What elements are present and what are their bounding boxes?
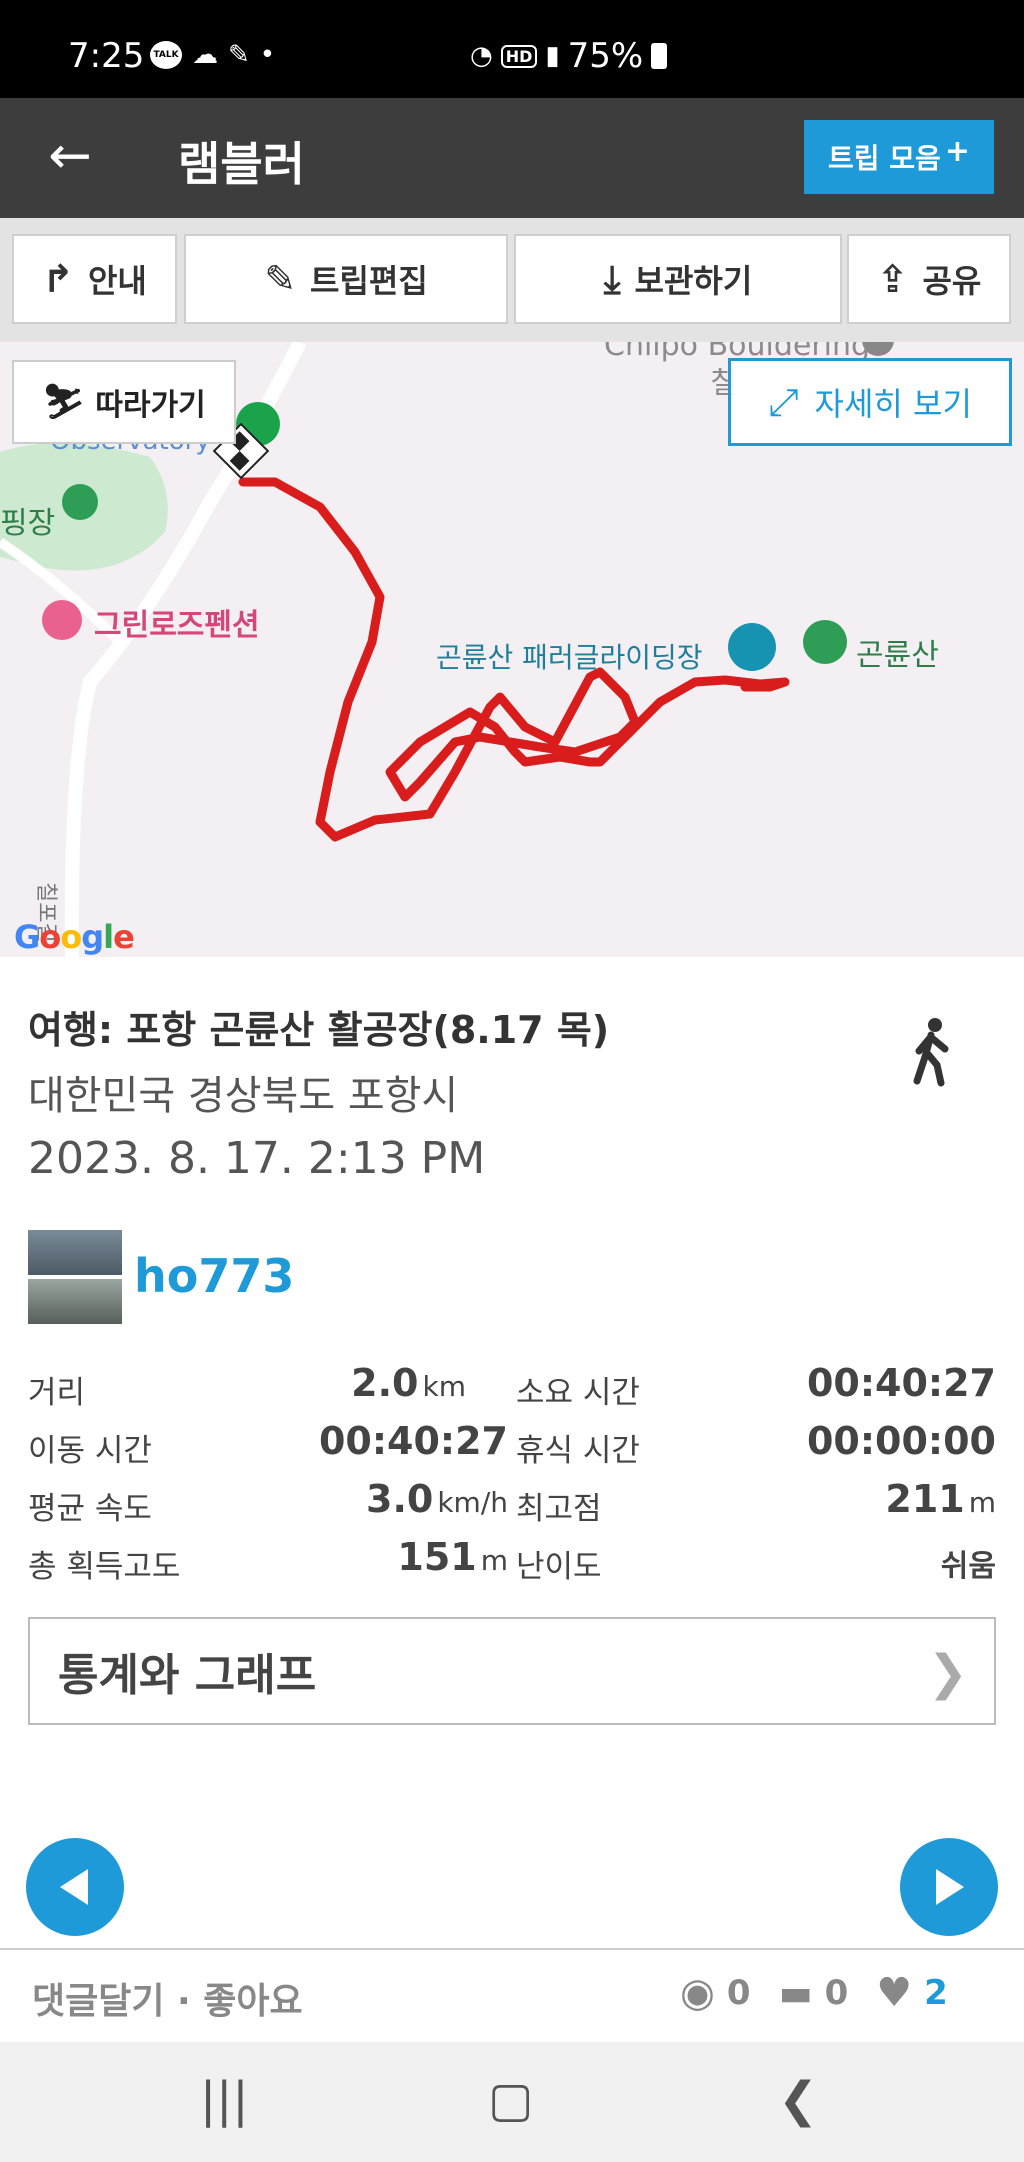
max-alt-value: 211 m: [885, 1477, 996, 1521]
stat-row: 평균 속도 3.0 km/h 최고점 211 m: [28, 1475, 996, 1533]
play-left-icon: [60, 1869, 88, 1905]
view-count: 0: [726, 1973, 751, 2013]
username-link[interactable]: ho773: [134, 1249, 294, 1303]
speed-value: 3.0 km/h: [366, 1477, 508, 1521]
difficulty-value: 쉬움: [940, 1549, 996, 1584]
status-time: 7:25: [68, 36, 145, 76]
save-label: 보관하기: [634, 262, 753, 300]
label-paragliding: 곤륜산 패러글라이딩장: [436, 641, 703, 674]
hiking-pin-icon: [803, 620, 847, 664]
distance-value: 2.0 km: [351, 1361, 466, 1405]
camera-pin-icon: [728, 623, 776, 671]
signal-icon: ▮: [545, 41, 560, 71]
home-icon[interactable]: ▢: [488, 2072, 533, 2128]
footer-bar: 댓글달기 · 좋아요 ◉ 0 ▬ 0 ♥ 2: [0, 1948, 1024, 2042]
stat-row: 총 획득고도 151 m 난이도 쉬움: [28, 1533, 996, 1591]
feather-icon: ✎: [228, 40, 250, 70]
back-icon[interactable]: ❮: [778, 2072, 818, 2128]
comment-icon: ▬: [778, 1972, 813, 2014]
detail-view-button[interactable]: ⤢ 자세히 보기: [728, 358, 1012, 446]
stats-graph-button[interactable]: 통계와 그래프 ❯: [28, 1617, 996, 1725]
hotel-pin-icon: [42, 600, 82, 640]
walking-icon: [913, 1018, 949, 1087]
label-camp: 핑장: [0, 506, 56, 541]
gain-value: 151 m: [397, 1535, 508, 1579]
kakaotalk-icon: TALK: [150, 41, 182, 69]
page-title: 램블러: [178, 137, 305, 191]
stat-row: 거리 2.0 km 소요 시간 00:40:27: [28, 1359, 996, 1417]
gain-label: 총 획득고도: [28, 1549, 181, 1585]
max-alt-label: 최고점: [516, 1491, 602, 1527]
chat-bubble-icon: ☁: [192, 40, 218, 70]
label-pension: 그린로즈펜션: [94, 608, 260, 643]
camp-pin-icon: [62, 484, 98, 520]
walker-ramp-icon: ⛷: [42, 382, 86, 422]
moving-value: 00:40:27: [318, 1419, 508, 1463]
guide-label: 안내: [87, 262, 147, 300]
comment-like-link[interactable]: 댓글달기 · 좋아요: [32, 1972, 303, 2024]
hd-icon: HD: [500, 44, 538, 68]
next-trip-button[interactable]: [900, 1838, 998, 1936]
footer-counts: ◉ 0 ▬ 0 ♥ 2: [680, 1970, 948, 2016]
avatar[interactable]: [28, 1230, 122, 1324]
rest-label: 휴식 시간: [516, 1433, 640, 1469]
detail-label: 자세히 보기: [814, 385, 972, 423]
dot-icon: •: [259, 40, 276, 70]
toolbar: ↱ 안내 ✎ 트립편집 ⤓ 보관하기 ⇪ 공유: [0, 218, 1024, 342]
edit-trip-button[interactable]: ✎ 트립편집: [184, 234, 508, 324]
eye-icon: ◉: [680, 1970, 715, 2016]
battery-icon: [651, 43, 668, 69]
download-icon: ⤓: [603, 256, 621, 301]
heart-icon[interactable]: ♥: [876, 1970, 912, 2016]
speed-label: 평균 속도: [28, 1491, 152, 1527]
follow-button[interactable]: ⛷ 따라가기: [12, 360, 236, 444]
status-bar: 7:25 TALK ☁ ✎ • ◔ HD ▮ 75%: [0, 0, 1024, 98]
app-bar: ← 램블러 트립 모음 +: [0, 98, 1024, 218]
like-count: 2: [924, 1973, 948, 2013]
rest-value: 00:00:00: [806, 1419, 996, 1463]
trip-collection-button[interactable]: 트립 모음 +: [804, 120, 994, 194]
expand-arrows-icon: ⤢: [768, 379, 799, 424]
edit-label: 트립편집: [310, 262, 428, 300]
trip-collection-label: 트립 모음: [828, 142, 941, 175]
save-button[interactable]: ⤓ 보관하기: [514, 234, 842, 324]
label-mountain: 곤륜산: [856, 638, 939, 673]
system-navigation: ||| ▢ ❮: [0, 2042, 1024, 2162]
play-right-icon: [936, 1869, 964, 1905]
wifi-icon: ◔: [470, 41, 493, 71]
duration-label: 소요 시간: [516, 1375, 640, 1411]
battery-text: 75%: [567, 36, 644, 76]
guide-button[interactable]: ↱ 안내: [12, 234, 177, 324]
share-icon: ⇪: [876, 257, 909, 301]
comment-count: 0: [824, 1973, 849, 2013]
google-logo: Google: [14, 918, 135, 956]
trip-location: 대한민국 경상북도 포항시: [28, 1073, 459, 1119]
stats-table: 거리 2.0 km 소요 시간 00:40:27 이동 시간 00:40:27 휴…: [28, 1359, 996, 1591]
moving-label: 이동 시간: [28, 1433, 152, 1469]
graph-label: 통계와 그래프: [58, 1650, 317, 1701]
trip-date: 2023. 8. 17. 2:13 PM: [28, 1133, 486, 1184]
status-right: ◔ HD ▮ 75%: [470, 36, 668, 76]
trip-title: 여행: 포항 곤륜산 활공장(8.17 목): [28, 1008, 610, 1052]
share-label: 공유: [922, 262, 982, 300]
plus-icon: +: [944, 133, 970, 169]
back-arrow-icon[interactable]: ←: [40, 128, 100, 188]
turn-arrow-icon: ↱: [42, 257, 74, 301]
duration-value: 00:40:27: [806, 1361, 996, 1405]
map-view[interactable]: Chilpo Bouldering 칠 Observatory 핑장 그린로즈펜…: [0, 342, 1024, 957]
pencil-icon: ✎: [264, 257, 297, 301]
difficulty-label: 난이도: [516, 1549, 602, 1585]
distance-label: 거리: [28, 1375, 86, 1411]
chevron-right-icon: ❯: [927, 1645, 968, 1701]
previous-trip-button[interactable]: [26, 1838, 124, 1936]
follow-label: 따라가기: [95, 388, 206, 423]
recent-apps-icon[interactable]: |||: [200, 2072, 249, 2128]
share-button[interactable]: ⇪ 공유: [847, 234, 1011, 324]
stat-row: 이동 시간 00:40:27 휴식 시간 00:00:00: [28, 1417, 996, 1475]
notification-icons: TALK ☁ ✎ •: [150, 40, 275, 70]
